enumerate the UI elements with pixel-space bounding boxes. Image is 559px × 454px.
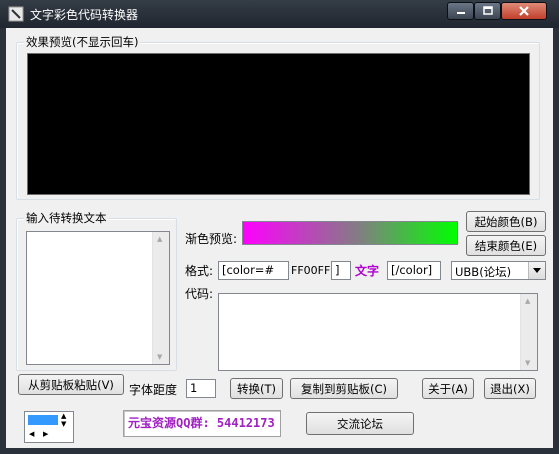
minimize-button[interactable]: [447, 2, 474, 20]
input-scrollbar[interactable]: ▲ ▼: [152, 232, 169, 364]
format-bracket-field[interactable]: ]: [331, 261, 351, 280]
client-area: 效果预览(不显示回车) 输入待转换文本 ▲ ▼ 从剪贴板粘贴(V) 渐色预览: …: [6, 28, 553, 448]
input-group-label: 输入待转换文本: [24, 211, 109, 225]
input-textarea[interactable]: ▲ ▼: [26, 231, 170, 365]
title-bar: 文字彩色代码转换器: [0, 0, 559, 28]
gradient-preview-label: 渐色预览:: [185, 232, 238, 246]
spin-value-box: [28, 415, 58, 425]
scroll-down-icon: ▼: [525, 359, 531, 367]
paste-from-clipboard-button[interactable]: 从剪贴板粘贴(V): [18, 374, 124, 395]
scroll-up-icon: ▲: [157, 235, 163, 243]
preview-group-label: 效果预览(不显示回车): [24, 35, 141, 49]
qq-group-label: 元宝资源QQ群: 54412173: [123, 410, 281, 437]
close-icon: [519, 6, 529, 16]
scroll-left-icon[interactable]: ◀: [29, 430, 34, 438]
scroll-right-icon[interactable]: ▶: [43, 430, 48, 438]
maximize-button[interactable]: [474, 2, 501, 20]
minimize-icon: [456, 12, 465, 14]
preview-area: [27, 53, 530, 195]
code-scrollbar[interactable]: ▲ ▼: [520, 294, 537, 370]
chevron-down-icon[interactable]: [528, 262, 545, 279]
code-output-textarea[interactable]: ▲ ▼: [218, 293, 538, 371]
code-label: 代码:: [185, 287, 214, 301]
format-type-select[interactable]: UBB(论坛): [451, 261, 546, 280]
format-prefix-field[interactable]: [color=#: [218, 261, 289, 280]
font-spacing-input[interactable]: 1: [186, 379, 216, 398]
format-type-value: UBB(论坛): [455, 265, 512, 279]
about-button[interactable]: 关于(A): [422, 378, 474, 399]
format-label: 格式:: [185, 264, 214, 278]
app-icon: [8, 6, 24, 22]
spin-down-icon[interactable]: ▼: [61, 420, 66, 428]
maximize-icon: [482, 6, 493, 15]
exit-button[interactable]: 退出(X): [484, 378, 536, 399]
copy-to-clipboard-button[interactable]: 复制到剪贴板(C): [290, 378, 398, 399]
format-color-code: FF00FF: [291, 264, 331, 277]
gradient-preview-bar: [242, 221, 458, 245]
close-button[interactable]: [501, 2, 547, 20]
start-color-button[interactable]: 起始颜色(B): [466, 211, 546, 232]
spin-up-icon[interactable]: ▲: [61, 412, 66, 420]
window-title: 文字彩色代码转换器: [30, 8, 139, 22]
scroll-down-icon: ▼: [157, 353, 163, 361]
convert-button[interactable]: 转换(T): [230, 378, 283, 399]
format-sample-text: 文字: [355, 264, 380, 278]
scroll-up-icon: ▲: [525, 297, 531, 305]
font-spacing-label: 字体距度: [129, 383, 178, 397]
format-suffix-field[interactable]: [/color]: [387, 261, 441, 280]
forum-button[interactable]: 交流论坛: [306, 412, 414, 435]
window-frame-right: [553, 28, 559, 454]
window-frame-bottom: [0, 448, 559, 454]
end-color-button[interactable]: 结束颜色(E): [466, 235, 546, 256]
spin-scroll-control[interactable]: ▲ ▼ ◀ ▶: [24, 411, 74, 443]
